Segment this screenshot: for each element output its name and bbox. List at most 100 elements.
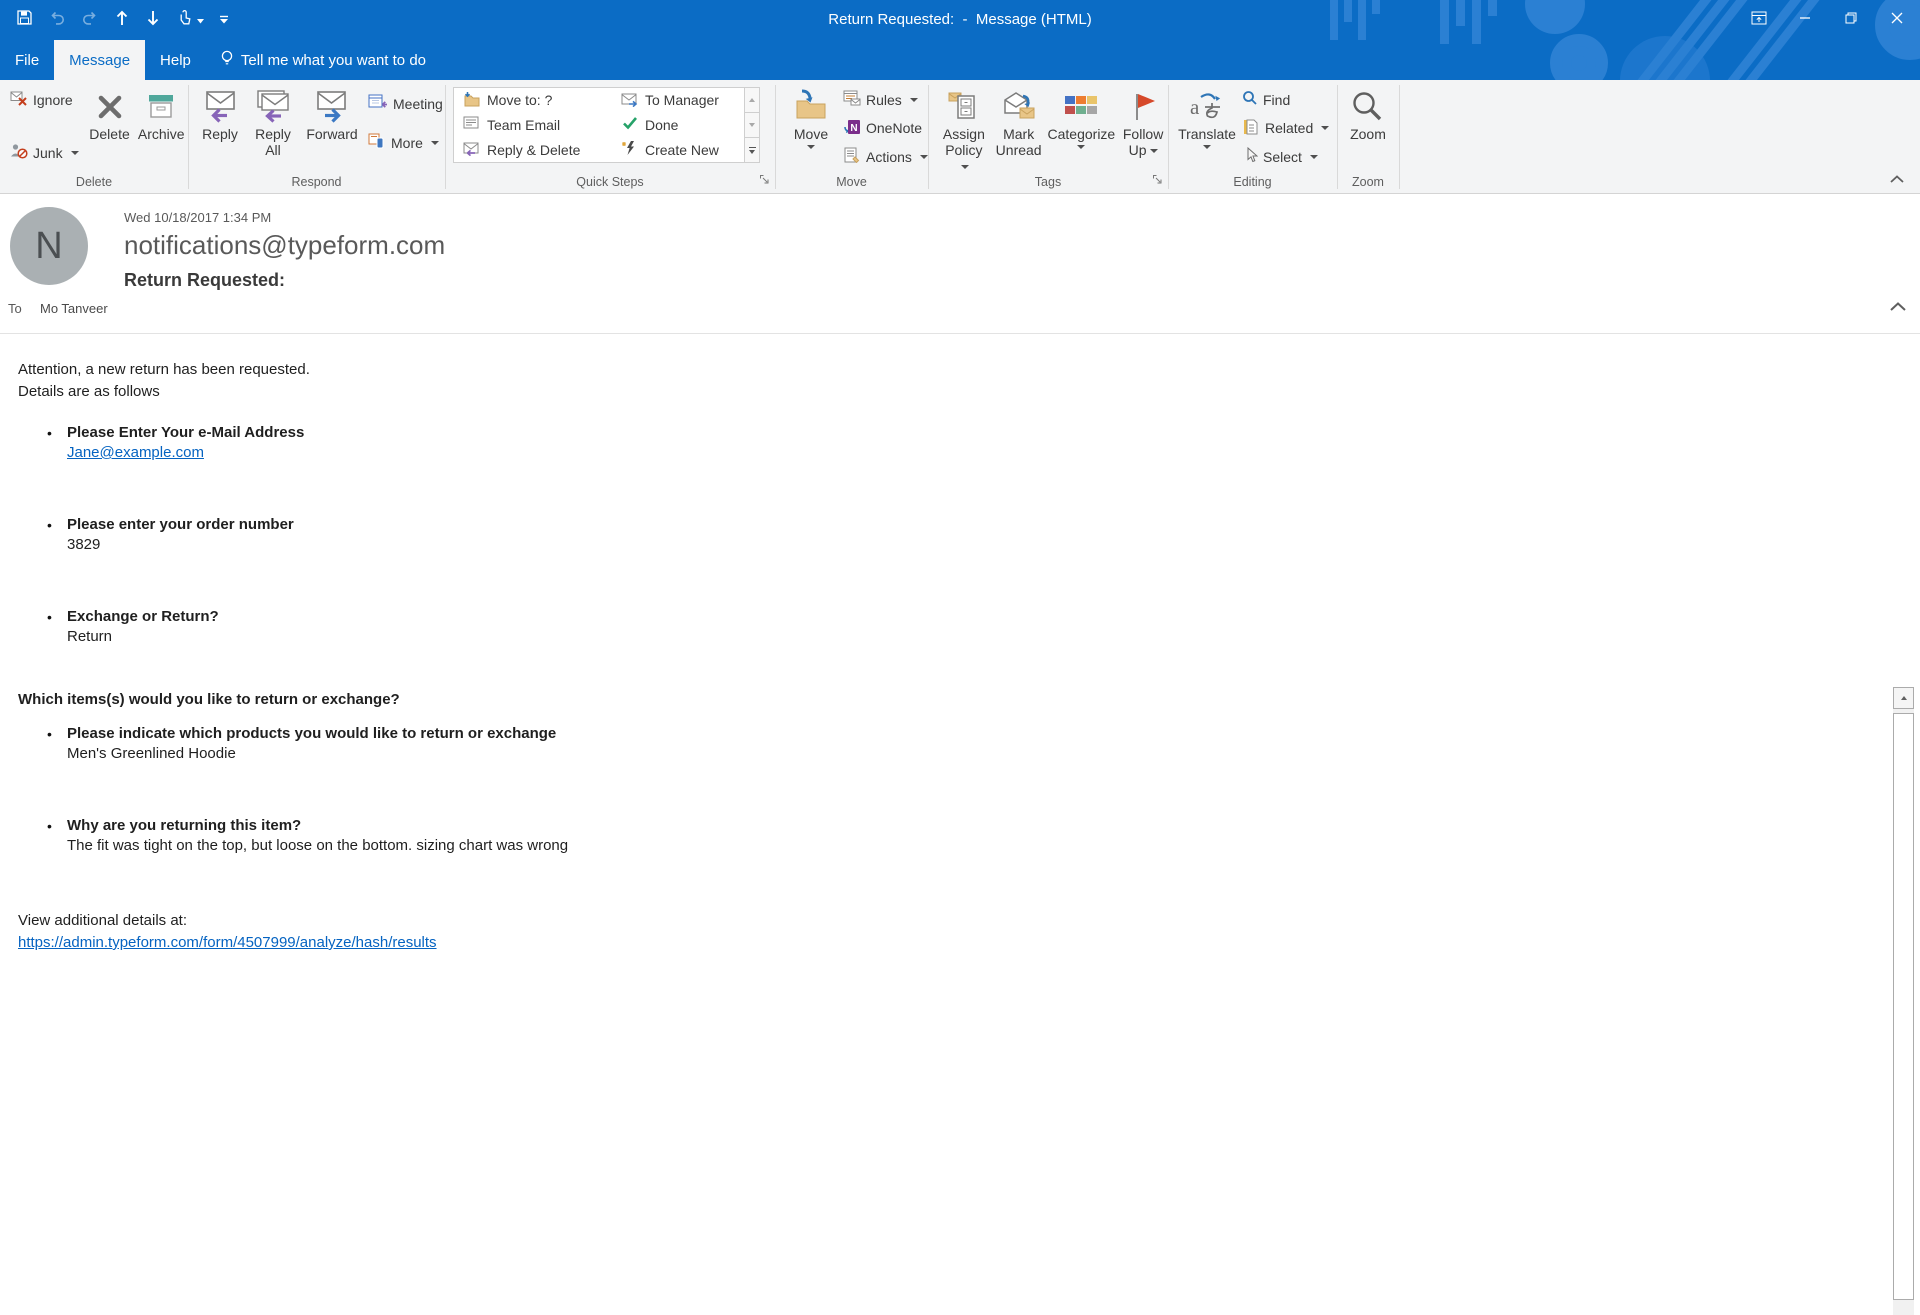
zoom-label: Zoom xyxy=(1350,126,1386,142)
related-button[interactable]: Related xyxy=(1242,119,1329,138)
quick-step-done[interactable]: Done xyxy=(612,113,744,138)
avatar[interactable]: N xyxy=(10,207,88,285)
group-move: Move Rules N OneNote Actions xyxy=(775,80,928,171)
results-link[interactable]: https://admin.typeform.com/form/4507999/… xyxy=(18,934,437,951)
forward-icon xyxy=(314,86,350,124)
title-bar: Return Requested: - Message (HTML) File … xyxy=(0,0,1920,80)
answer-text: 3829 xyxy=(67,535,1860,555)
restore-button[interactable] xyxy=(1828,0,1874,40)
redo-button[interactable] xyxy=(81,10,99,31)
archive-button[interactable]: Archive xyxy=(134,84,188,142)
answer-text: The fit was tight on the top, but loose … xyxy=(67,836,1860,856)
translate-button[interactable]: a Translate xyxy=(1176,84,1238,149)
reply-all-button[interactable]: Reply All xyxy=(246,84,300,158)
previous-item-button[interactable] xyxy=(114,9,130,32)
quick-step-create-new[interactable]: Create New xyxy=(612,137,744,162)
customize-quick-access-button[interactable] xyxy=(219,11,229,29)
move-to-folder-icon xyxy=(463,91,481,110)
move-button[interactable]: Move xyxy=(785,84,837,149)
follow-up-button[interactable]: Follow Up xyxy=(1118,84,1168,158)
list-item: Please indicate which products you would… xyxy=(67,724,1860,764)
dropdown-caret-icon xyxy=(1203,145,1211,149)
quick-step-reply-delete[interactable]: Reply & Delete xyxy=(454,137,612,162)
junk-label: Junk xyxy=(33,145,63,161)
quick-step-team-email[interactable]: Team Email xyxy=(454,113,612,138)
onenote-icon: N xyxy=(843,119,861,138)
recipient-name[interactable]: Mo Tanveer xyxy=(40,301,108,316)
quick-access-toolbar xyxy=(16,0,229,40)
undo-button[interactable] xyxy=(48,10,66,31)
move-label: Move xyxy=(794,126,828,142)
meeting-button[interactable]: Meeting xyxy=(368,94,443,113)
touch-mouse-mode-button[interactable] xyxy=(176,9,204,32)
zoom-magnifier-icon xyxy=(1350,86,1386,124)
dropdown-caret-icon xyxy=(1150,149,1158,153)
categorize-button[interactable]: Categorize xyxy=(1045,84,1119,149)
gallery-more-button[interactable] xyxy=(745,138,760,163)
scroll-up-button[interactable] xyxy=(1893,687,1914,709)
tell-me-search[interactable]: Tell me what you want to do xyxy=(220,40,426,80)
tab-message[interactable]: Message xyxy=(54,40,145,80)
assign-policy-button[interactable]: Assign Policy xyxy=(935,84,993,174)
minimize-button[interactable] xyxy=(1782,0,1828,40)
ignore-button[interactable]: Ignore xyxy=(10,90,85,109)
quick-step-move-to[interactable]: Move to: ? xyxy=(454,88,612,113)
quick-step-to-manager[interactable]: To Manager xyxy=(612,88,744,113)
team-email-icon xyxy=(463,115,481,134)
email-answer-link[interactable]: Jane@example.com xyxy=(67,444,204,461)
save-icon xyxy=(16,9,33,31)
dropdown-caret-icon xyxy=(910,98,918,102)
find-button[interactable]: Find xyxy=(1242,90,1329,109)
reply-label: Reply xyxy=(202,126,238,142)
dialog-launcher-icon[interactable] xyxy=(759,174,770,188)
dialog-launcher-icon[interactable] xyxy=(1152,174,1163,188)
close-button[interactable] xyxy=(1874,0,1920,40)
select-button[interactable]: Select xyxy=(1242,147,1329,166)
move-folder-icon xyxy=(793,86,829,124)
group-label-delete: Delete xyxy=(76,175,112,189)
arrow-down-icon xyxy=(145,9,161,32)
zoom-button[interactable]: Zoom xyxy=(1340,84,1396,142)
gallery-scroll-down-button[interactable] xyxy=(745,113,760,138)
collapse-header-chevron-icon[interactable] xyxy=(1890,298,1906,316)
onenote-button[interactable]: N OneNote xyxy=(843,119,928,138)
delete-button[interactable]: Delete xyxy=(85,84,135,142)
actions-button[interactable]: Actions xyxy=(843,147,928,166)
vertical-scrollbar[interactable] xyxy=(1893,687,1914,1315)
qa-list: Please Enter Your e-Mail Address Jane@ex… xyxy=(18,423,1860,647)
tab-file[interactable]: File xyxy=(0,40,54,80)
sender-address[interactable]: notifications@typeform.com xyxy=(124,230,445,261)
reply-button[interactable]: Reply xyxy=(194,84,246,142)
categorize-label: Categorize xyxy=(1048,126,1116,142)
tell-me-label: Tell me what you want to do xyxy=(241,52,426,69)
done-check-icon xyxy=(621,115,639,134)
arrow-up-icon xyxy=(114,9,130,32)
junk-button[interactable]: Junk xyxy=(10,143,85,162)
ribbon-group-labels: Delete Respond Quick Steps Move Tags Edi… xyxy=(0,171,1399,192)
scroll-up-arrow-icon xyxy=(1901,696,1907,700)
group-divider xyxy=(1399,85,1400,189)
group-delete: Ignore Junk Delete Archive xyxy=(0,80,188,171)
rules-button[interactable]: Rules xyxy=(843,90,928,109)
gallery-scroll-up-button[interactable] xyxy=(745,87,760,113)
undo-icon xyxy=(48,10,66,31)
junk-icon xyxy=(10,143,28,162)
save-button[interactable] xyxy=(16,9,33,31)
assign-policy-label: Assign Policy xyxy=(940,126,988,174)
mark-unread-button[interactable]: Mark Unread xyxy=(993,84,1045,158)
quick-step-label: Team Email xyxy=(487,117,560,133)
next-item-button[interactable] xyxy=(145,9,161,32)
group-label-tags: Tags xyxy=(1035,175,1061,189)
more-button[interactable]: More xyxy=(368,133,443,152)
tab-help-label: Help xyxy=(160,52,191,69)
reply-all-icon xyxy=(254,86,292,124)
collapse-ribbon-chevron-icon[interactable] xyxy=(1890,170,1904,188)
more-respond-icon xyxy=(368,133,386,152)
scrollbar-thumb[interactable] xyxy=(1893,713,1914,1300)
dropdown-caret-icon xyxy=(1310,155,1318,159)
ribbon-display-options-button[interactable] xyxy=(1736,0,1782,40)
forward-button[interactable]: Forward xyxy=(300,84,364,142)
group-label-zoom: Zoom xyxy=(1352,175,1384,189)
group-respond: Reply Reply All Forward Meeting More xyxy=(188,80,445,171)
tab-help[interactable]: Help xyxy=(145,40,206,80)
